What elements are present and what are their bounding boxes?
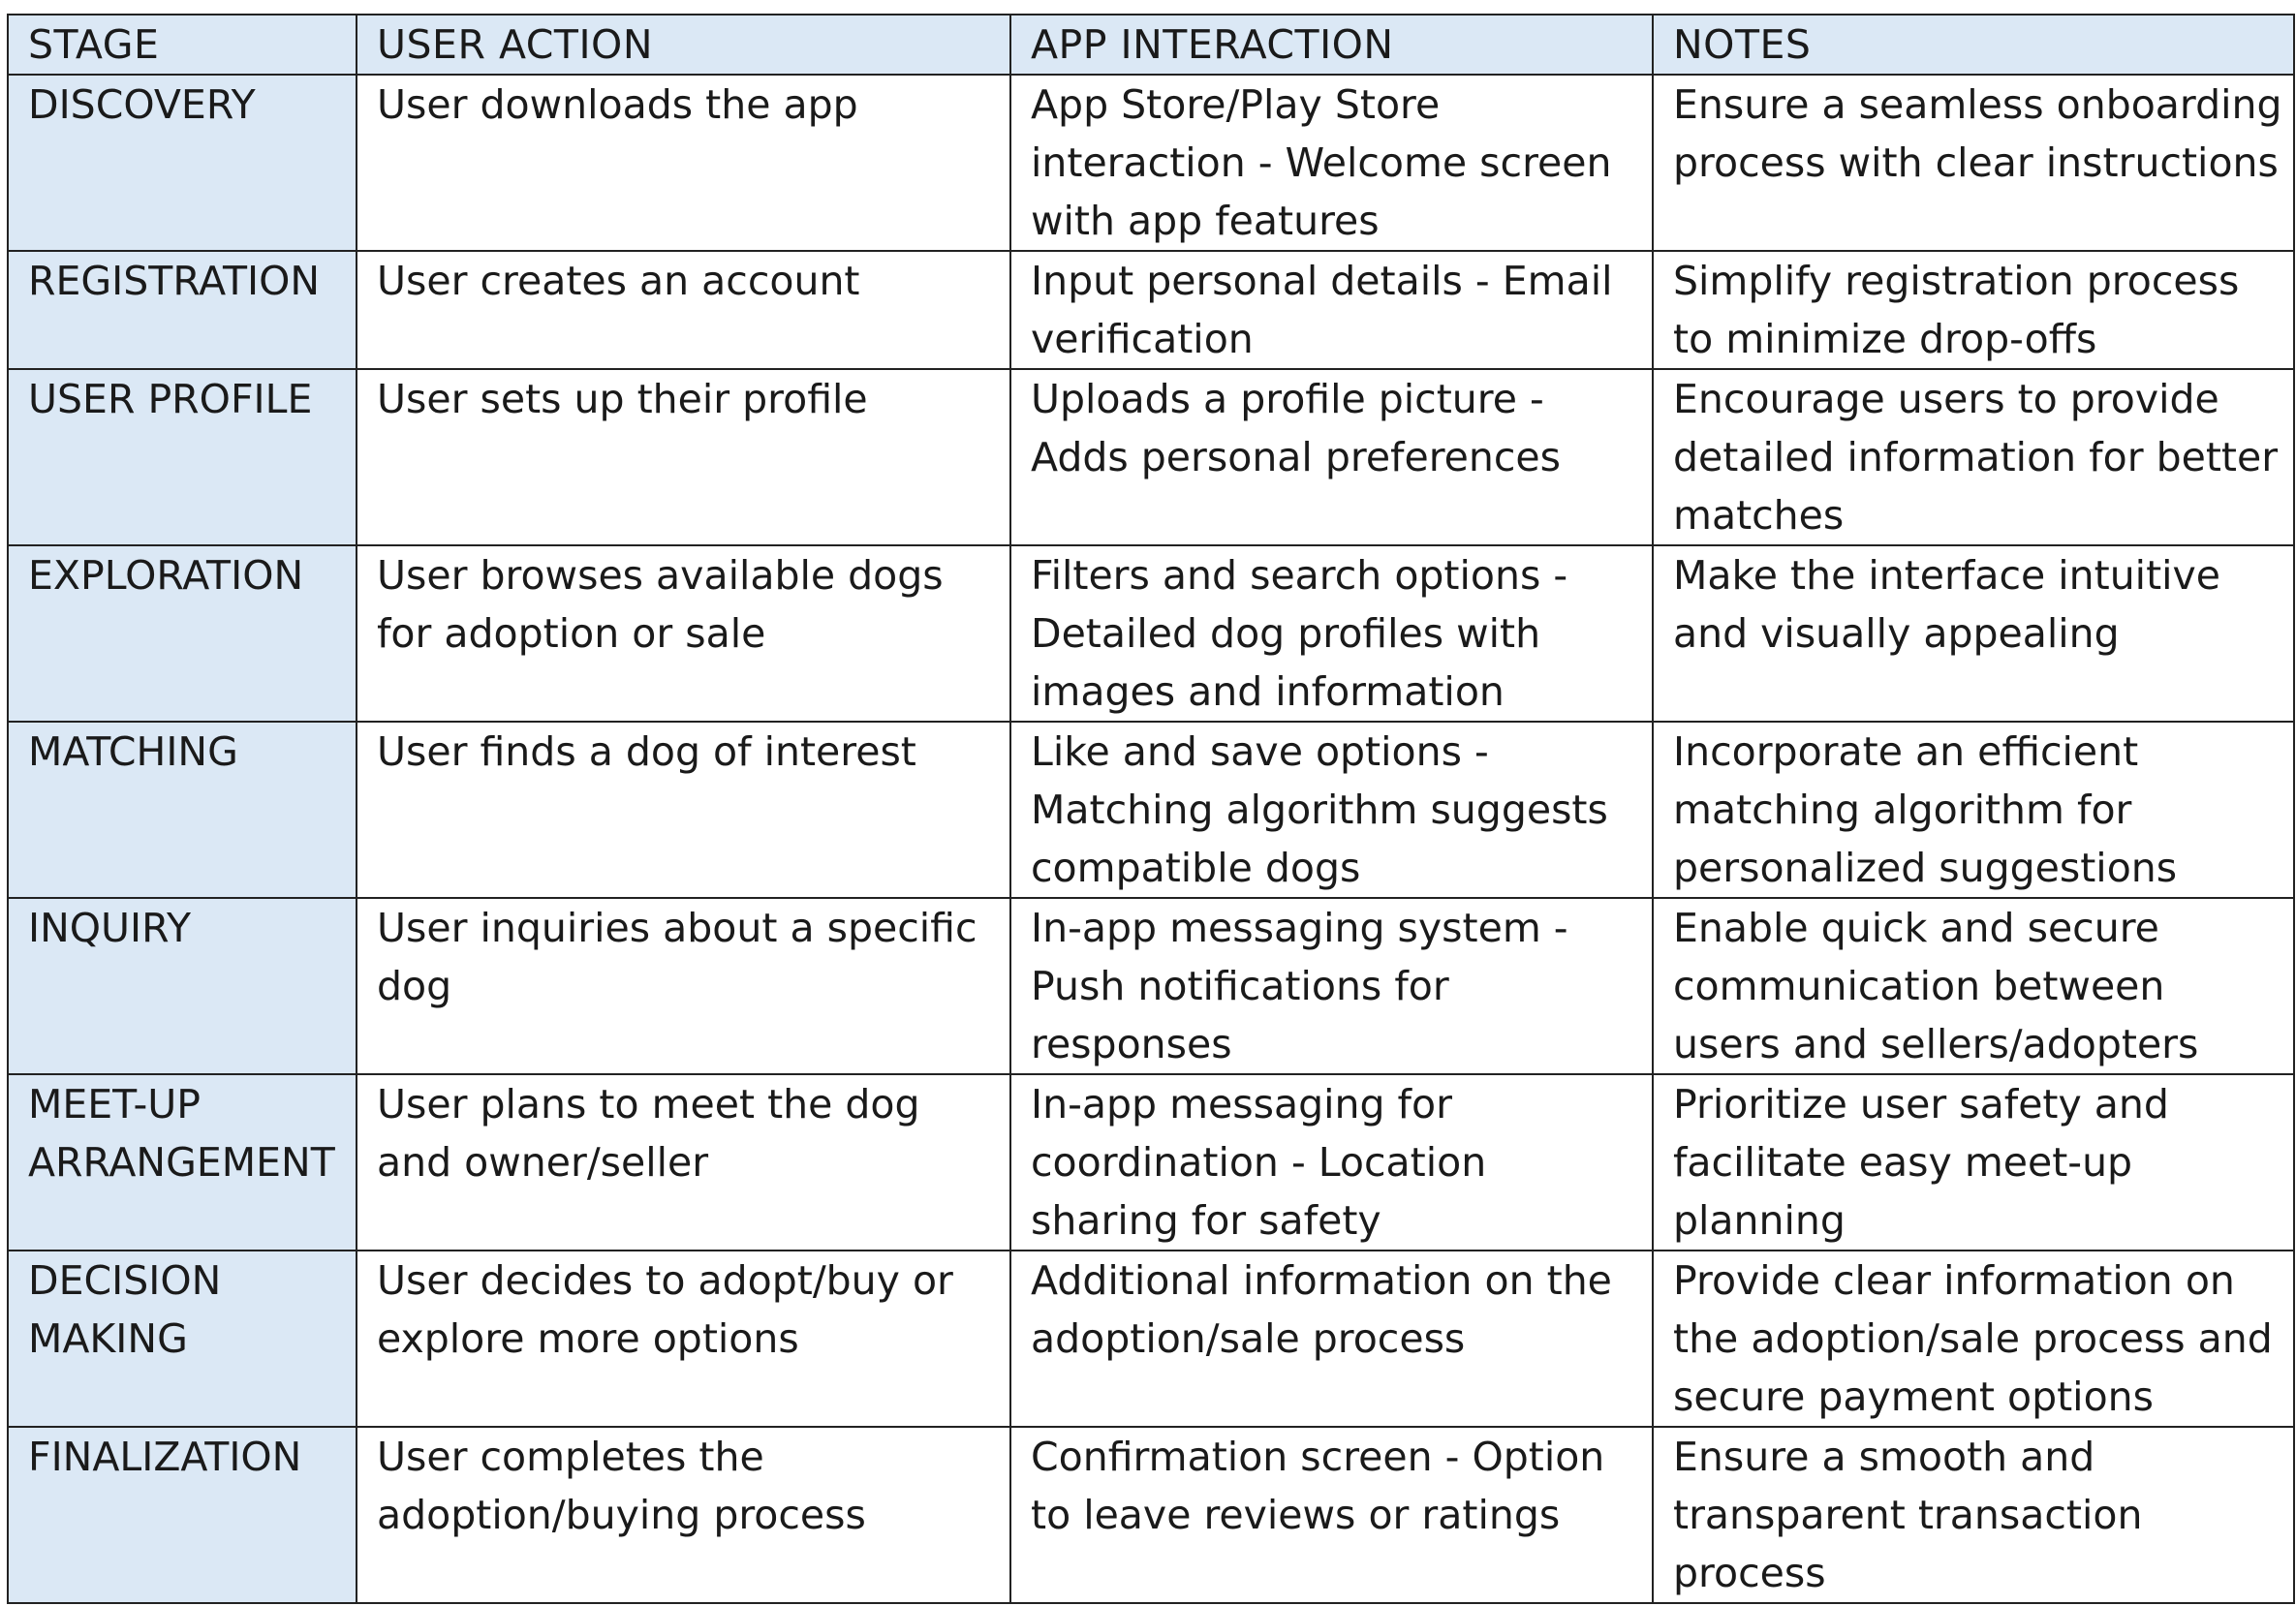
notes-cell: Prioritize user safety and facilitate ea… bbox=[1652, 1073, 2295, 1251]
table-row: MATCHING User finds a dog of interest Li… bbox=[7, 721, 2295, 899]
app-interaction-cell: Confirmation screen - Option to leave re… bbox=[1009, 1426, 1654, 1604]
app-interaction-cell: Additional information on the adoption/s… bbox=[1009, 1250, 1654, 1428]
app-interaction-cell: Like and save options - Matching algorit… bbox=[1009, 721, 1654, 899]
stage-cell: MATCHING bbox=[7, 721, 357, 899]
user-action-cell: User creates an account bbox=[356, 250, 1011, 370]
stage-cell: MEET-UP ARRANGEMENT bbox=[7, 1073, 357, 1251]
table-row: MEET-UP ARRANGEMENT User plans to meet t… bbox=[7, 1073, 2295, 1251]
table-body: DISCOVERY User downloads the app App Sto… bbox=[7, 74, 2295, 1604]
table-row: USER PROFILE User sets up their profile … bbox=[7, 368, 2295, 546]
notes-cell: Simplify registration process to minimiz… bbox=[1652, 250, 2295, 370]
header-stage: STAGE bbox=[7, 14, 357, 76]
header-notes: NOTES bbox=[1652, 14, 2295, 76]
table-row: DISCOVERY User downloads the app App Sto… bbox=[7, 74, 2295, 252]
table-row: EXPLORATION User browses available dogs … bbox=[7, 544, 2295, 723]
user-action-cell: User downloads the app bbox=[356, 74, 1011, 252]
app-interaction-cell: In-app messaging system - Push notificat… bbox=[1009, 897, 1654, 1075]
app-interaction-cell: Input personal details - Email verificat… bbox=[1009, 250, 1654, 370]
user-journey-table: STAGE USER ACTION APP INTERACTION NOTES … bbox=[7, 14, 2295, 1604]
user-action-cell: User finds a dog of interest bbox=[356, 721, 1011, 899]
stage-cell: DECISION MAKING bbox=[7, 1250, 357, 1428]
notes-cell: Ensure a smooth and transparent transact… bbox=[1652, 1426, 2295, 1604]
app-interaction-cell: In-app messaging for coordination - Loca… bbox=[1009, 1073, 1654, 1251]
app-interaction-cell: App Store/Play Store interaction - Welco… bbox=[1009, 74, 1654, 252]
stage-cell: INQUIRY bbox=[7, 897, 357, 1075]
user-action-cell: User completes the adoption/buying proce… bbox=[356, 1426, 1011, 1604]
notes-cell: Encourage users to provide detailed info… bbox=[1652, 368, 2295, 546]
table-header: STAGE USER ACTION APP INTERACTION NOTES bbox=[7, 14, 2295, 76]
table-row: FINALIZATION User completes the adoption… bbox=[7, 1426, 2295, 1604]
user-action-cell: User sets up their profile bbox=[356, 368, 1011, 546]
notes-cell: Incorporate an efficient matching algori… bbox=[1652, 721, 2295, 899]
table-row: REGISTRATION User creates an account Inp… bbox=[7, 250, 2295, 370]
stage-cell: EXPLORATION bbox=[7, 544, 357, 723]
stage-cell: USER PROFILE bbox=[7, 368, 357, 546]
header-row: STAGE USER ACTION APP INTERACTION NOTES bbox=[7, 14, 2295, 76]
stage-cell: DISCOVERY bbox=[7, 74, 357, 252]
stage-cell: REGISTRATION bbox=[7, 250, 357, 370]
user-action-cell: User browses available dogs for adoption… bbox=[356, 544, 1011, 723]
user-action-cell: User inquiries about a specific dog bbox=[356, 897, 1011, 1075]
notes-cell: Make the interface intuitive and visuall… bbox=[1652, 544, 2295, 723]
header-app-interaction: APP INTERACTION bbox=[1009, 14, 1654, 76]
notes-cell: Enable quick and secure communication be… bbox=[1652, 897, 2295, 1075]
table-row: DECISION MAKING User decides to adopt/bu… bbox=[7, 1250, 2295, 1428]
user-action-cell: User plans to meet the dog and owner/sel… bbox=[356, 1073, 1011, 1251]
header-user-action: USER ACTION bbox=[356, 14, 1011, 76]
app-interaction-cell: Filters and search options - Detailed do… bbox=[1009, 544, 1654, 723]
page: STAGE USER ACTION APP INTERACTION NOTES … bbox=[0, 0, 2296, 1606]
stage-cell: FINALIZATION bbox=[7, 1426, 357, 1604]
user-action-cell: User decides to adopt/buy or explore mor… bbox=[356, 1250, 1011, 1428]
app-interaction-cell: Uploads a profile picture - Adds persona… bbox=[1009, 368, 1654, 546]
notes-cell: Ensure a seamless onboarding process wit… bbox=[1652, 74, 2295, 252]
notes-cell: Provide clear information on the adoptio… bbox=[1652, 1250, 2295, 1428]
table-row: INQUIRY User inquiries about a specific … bbox=[7, 897, 2295, 1075]
